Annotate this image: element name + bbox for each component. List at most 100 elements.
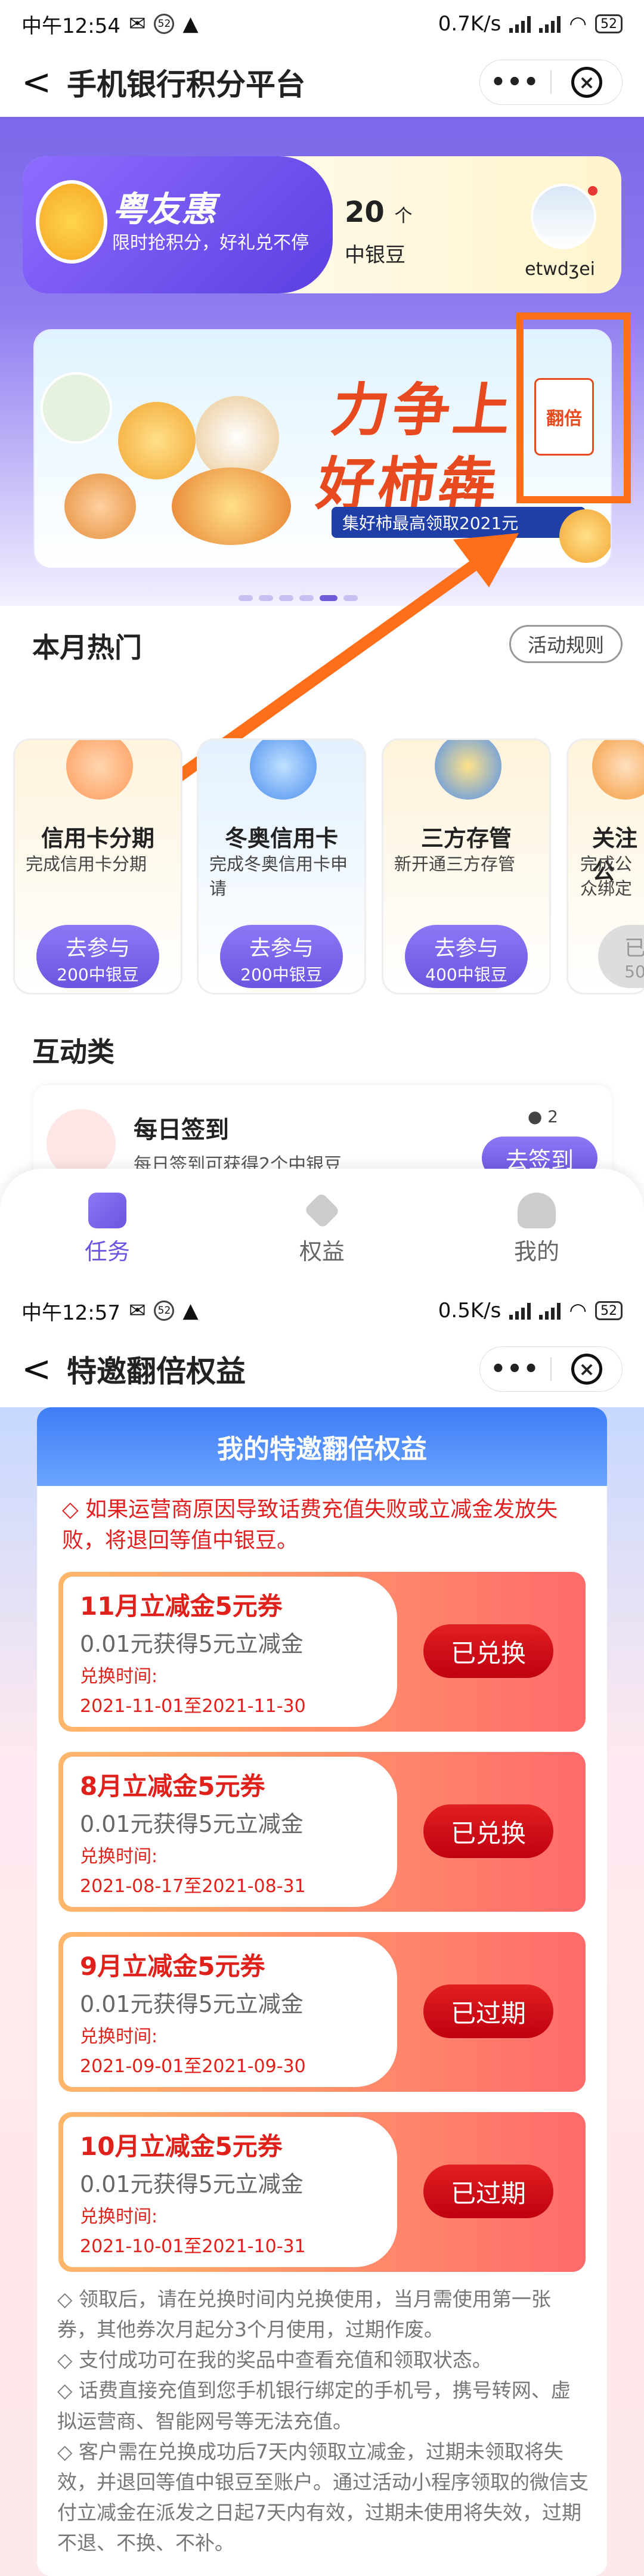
rules-list: ◇ 领取后，请在兑换时间内兑换使用，当月需使用第一张券，其他券次月起分3个月使用… [57, 2284, 589, 2558]
notification-dot [588, 186, 597, 196]
coupon-title: 9月立减金5元券 [80, 1952, 265, 1981]
battery-icon: 52 [595, 14, 623, 33]
more-button[interactable]: ••• [480, 1355, 550, 1383]
task-card[interactable]: 信用卡分期 完成信用卡分期 去参与 200中银豆 [13, 738, 182, 995]
tab-mine[interactable]: 我的 [477, 1169, 596, 1287]
mountain-icon: ▲ [182, 1299, 199, 1323]
coupon-date: 2021-08-17至2021-08-31 [80, 1876, 306, 1897]
mini-program-capsule: ••• × [479, 60, 623, 105]
diamond-icon [304, 1192, 340, 1229]
signal-icon-2 [539, 15, 561, 33]
coupon-title: 8月立减金5元券 [80, 1772, 265, 1801]
signal-icon-2 [539, 1302, 561, 1320]
nav-bar: < 手机银行积分平台 ••• × [0, 48, 644, 117]
network-speed: 0.7K/s [438, 12, 501, 36]
rule-item: ◇ 话费直接充值到您手机银行绑定的手机号，携号转网、虚拟运营商、智能网号等无法充… [57, 2379, 571, 2433]
status-time: 中午12:57 [21, 1301, 120, 1325]
notification-badge: 52 [154, 1301, 175, 1321]
task-desc: 完成信用卡分期 [26, 854, 147, 874]
back-button[interactable]: < [21, 64, 57, 100]
user-icon [518, 1193, 556, 1228]
coupon-date: 2021-09-01至2021-09-30 [80, 2056, 306, 2077]
rule-item: ◇ 客户需在兑换成功后7天内领取立减金，过期未领取将失效，并退回等值中银豆至账户… [57, 2439, 589, 2555]
task-title: 信用卡分期 [41, 825, 154, 852]
join-button[interactable]: 去参与 200中银豆 [220, 925, 343, 988]
back-button[interactable]: < [21, 1351, 57, 1387]
coupon-status-button[interactable]: 已过期 [423, 2165, 553, 2218]
points-value: 20 个 [345, 196, 413, 229]
coin-count: ● 2 [527, 1107, 558, 1126]
coupon-status-button[interactable]: 已过期 [423, 1984, 553, 2038]
banner-headline-1: 力争上 [327, 377, 519, 444]
nav-bar: < 特邀翻倍权益 ••• × [0, 1335, 644, 1404]
close-icon: × [571, 1354, 602, 1385]
signal-icon [509, 15, 531, 33]
tab-benefits[interactable]: 权益 [262, 1169, 382, 1287]
coupon-date: 2021-11-01至2021-11-30 [80, 1696, 306, 1717]
partner-logo-icon [41, 372, 112, 444]
signal-icon [509, 1302, 531, 1320]
page-title: 手机银行积分平台 [67, 67, 305, 102]
cow-mascot-icon-2 [196, 396, 279, 479]
wechat-icon: ✉ [128, 12, 146, 36]
calendar-icon [47, 1109, 116, 1178]
promo-brand-block: 粤友惠 限时抢积分，好礼兑不停 [23, 156, 333, 293]
mascot-icon [559, 509, 611, 563]
coupon-card: 8月立减金5元券 0.01元获得5元立减金 兑换时间: 2021-08-17至2… [58, 1752, 586, 1912]
coupon-time-label: 兑换时间: [80, 1666, 158, 1687]
rule-item: ◇ 支付成功可在我的奖品中查看充值和领取状态。 [57, 2348, 492, 2372]
coupon-status-button[interactable]: 已兑换 [423, 1804, 553, 1858]
bank-icon [435, 740, 501, 800]
coupon-date: 2021-10-01至2021-10-31 [80, 2236, 306, 2257]
coupon-desc: 0.01元获得5元立减金 [80, 2171, 304, 2197]
coupon-desc: 0.01元获得5元立减金 [80, 1991, 304, 2017]
coupon-time-label: 兑换时间: [80, 2206, 158, 2227]
checkin-title: 每日签到 [134, 1116, 229, 1144]
tab-tasks[interactable]: 任务 [48, 1169, 167, 1287]
brand-name: 粤友惠 [112, 189, 216, 230]
mountain-icon: ▲ [182, 12, 199, 36]
status-time: 中午12:54 [21, 14, 120, 38]
coupon-title: 10月立减金5元券 [80, 2132, 283, 2161]
close-button[interactable]: × [552, 67, 622, 98]
points-label: 中银豆 [345, 243, 405, 267]
cow-mascot-icon [118, 402, 196, 479]
bottom-tab-bar: 任务 权益 我的 [0, 1169, 644, 1287]
username: etwdʒei [525, 259, 595, 280]
status-bar: 中午12:54 ✉ 52 ▲ 0.7K/s ◠ 52 [0, 0, 644, 48]
failure-notice: ◇ 如果运营商原因导致话费充值失败或立减金发放失败，将退回等值中银豆。 [62, 1497, 558, 1553]
close-icon: × [571, 67, 602, 98]
coupon-time-label: 兑换时间: [80, 1846, 158, 1867]
coupon-status-button[interactable]: 已兑换 [423, 1624, 553, 1678]
task-title: 三方存管 [420, 825, 512, 852]
coupon-card: 10月立减金5元券 0.01元获得5元立减金 兑换时间: 2021-10-01至… [58, 2112, 586, 2272]
tasks-icon [88, 1193, 126, 1228]
promo-card[interactable]: 粤友惠 限时抢积分，好礼兑不停 20 个 中银豆 etwdʒei [23, 156, 621, 293]
banner-strip: 集好柿最高领取2021元 [332, 507, 586, 538]
wechat-icon: ✉ [128, 1299, 146, 1323]
coupon-card: 9月立减金5元券 0.01元获得5元立减金 兑换时间: 2021-09-01至2… [58, 1932, 586, 2092]
task-card[interactable]: 冬奥信用卡 完成冬奥信用卡申请 去参与 200中银豆 [197, 738, 366, 995]
status-bar: 中午12:57 ✉ 52 ▲ 0.5K/s ◠ 52 [0, 1287, 644, 1335]
claimed-button[interactable]: 已 50 [598, 925, 644, 988]
highlight-box [516, 312, 631, 503]
task-card[interactable]: 三方存管 新开通三方存管 去参与 400中银豆 [382, 738, 551, 995]
coupon-desc: 0.01元获得5元立减金 [80, 1811, 304, 1837]
network-speed: 0.5K/s [438, 1299, 501, 1323]
carousel-indicator [239, 595, 358, 601]
avatar[interactable] [531, 184, 596, 249]
task-desc: 完成冬奥信用卡申请 [209, 854, 348, 899]
notification-badge: 52 [154, 14, 175, 34]
coupon-time-label: 兑换时间: [80, 2026, 158, 2047]
coupon-title: 11月立减金5元券 [80, 1592, 283, 1621]
rule-item: ◇ 领取后，请在兑换时间内兑换使用，当月需使用第一张券，其他券次月起分3个月使用… [57, 2287, 551, 2342]
join-button[interactable]: 去参与 400中银豆 [405, 925, 528, 988]
join-button[interactable]: 去参与 200中银豆 [36, 925, 159, 988]
coupon-desc: 0.01元获得5元立减金 [80, 1631, 304, 1657]
more-button[interactable]: ••• [480, 69, 550, 96]
activity-rules-button[interactable]: 活动规则 [509, 625, 623, 663]
close-button[interactable]: × [552, 1354, 622, 1385]
credit-card-icon [66, 740, 133, 800]
mini-program-capsule: ••• × [479, 1346, 623, 1392]
task-card[interactable]: 关注公 完成公众绑定 已 50 [566, 738, 644, 995]
